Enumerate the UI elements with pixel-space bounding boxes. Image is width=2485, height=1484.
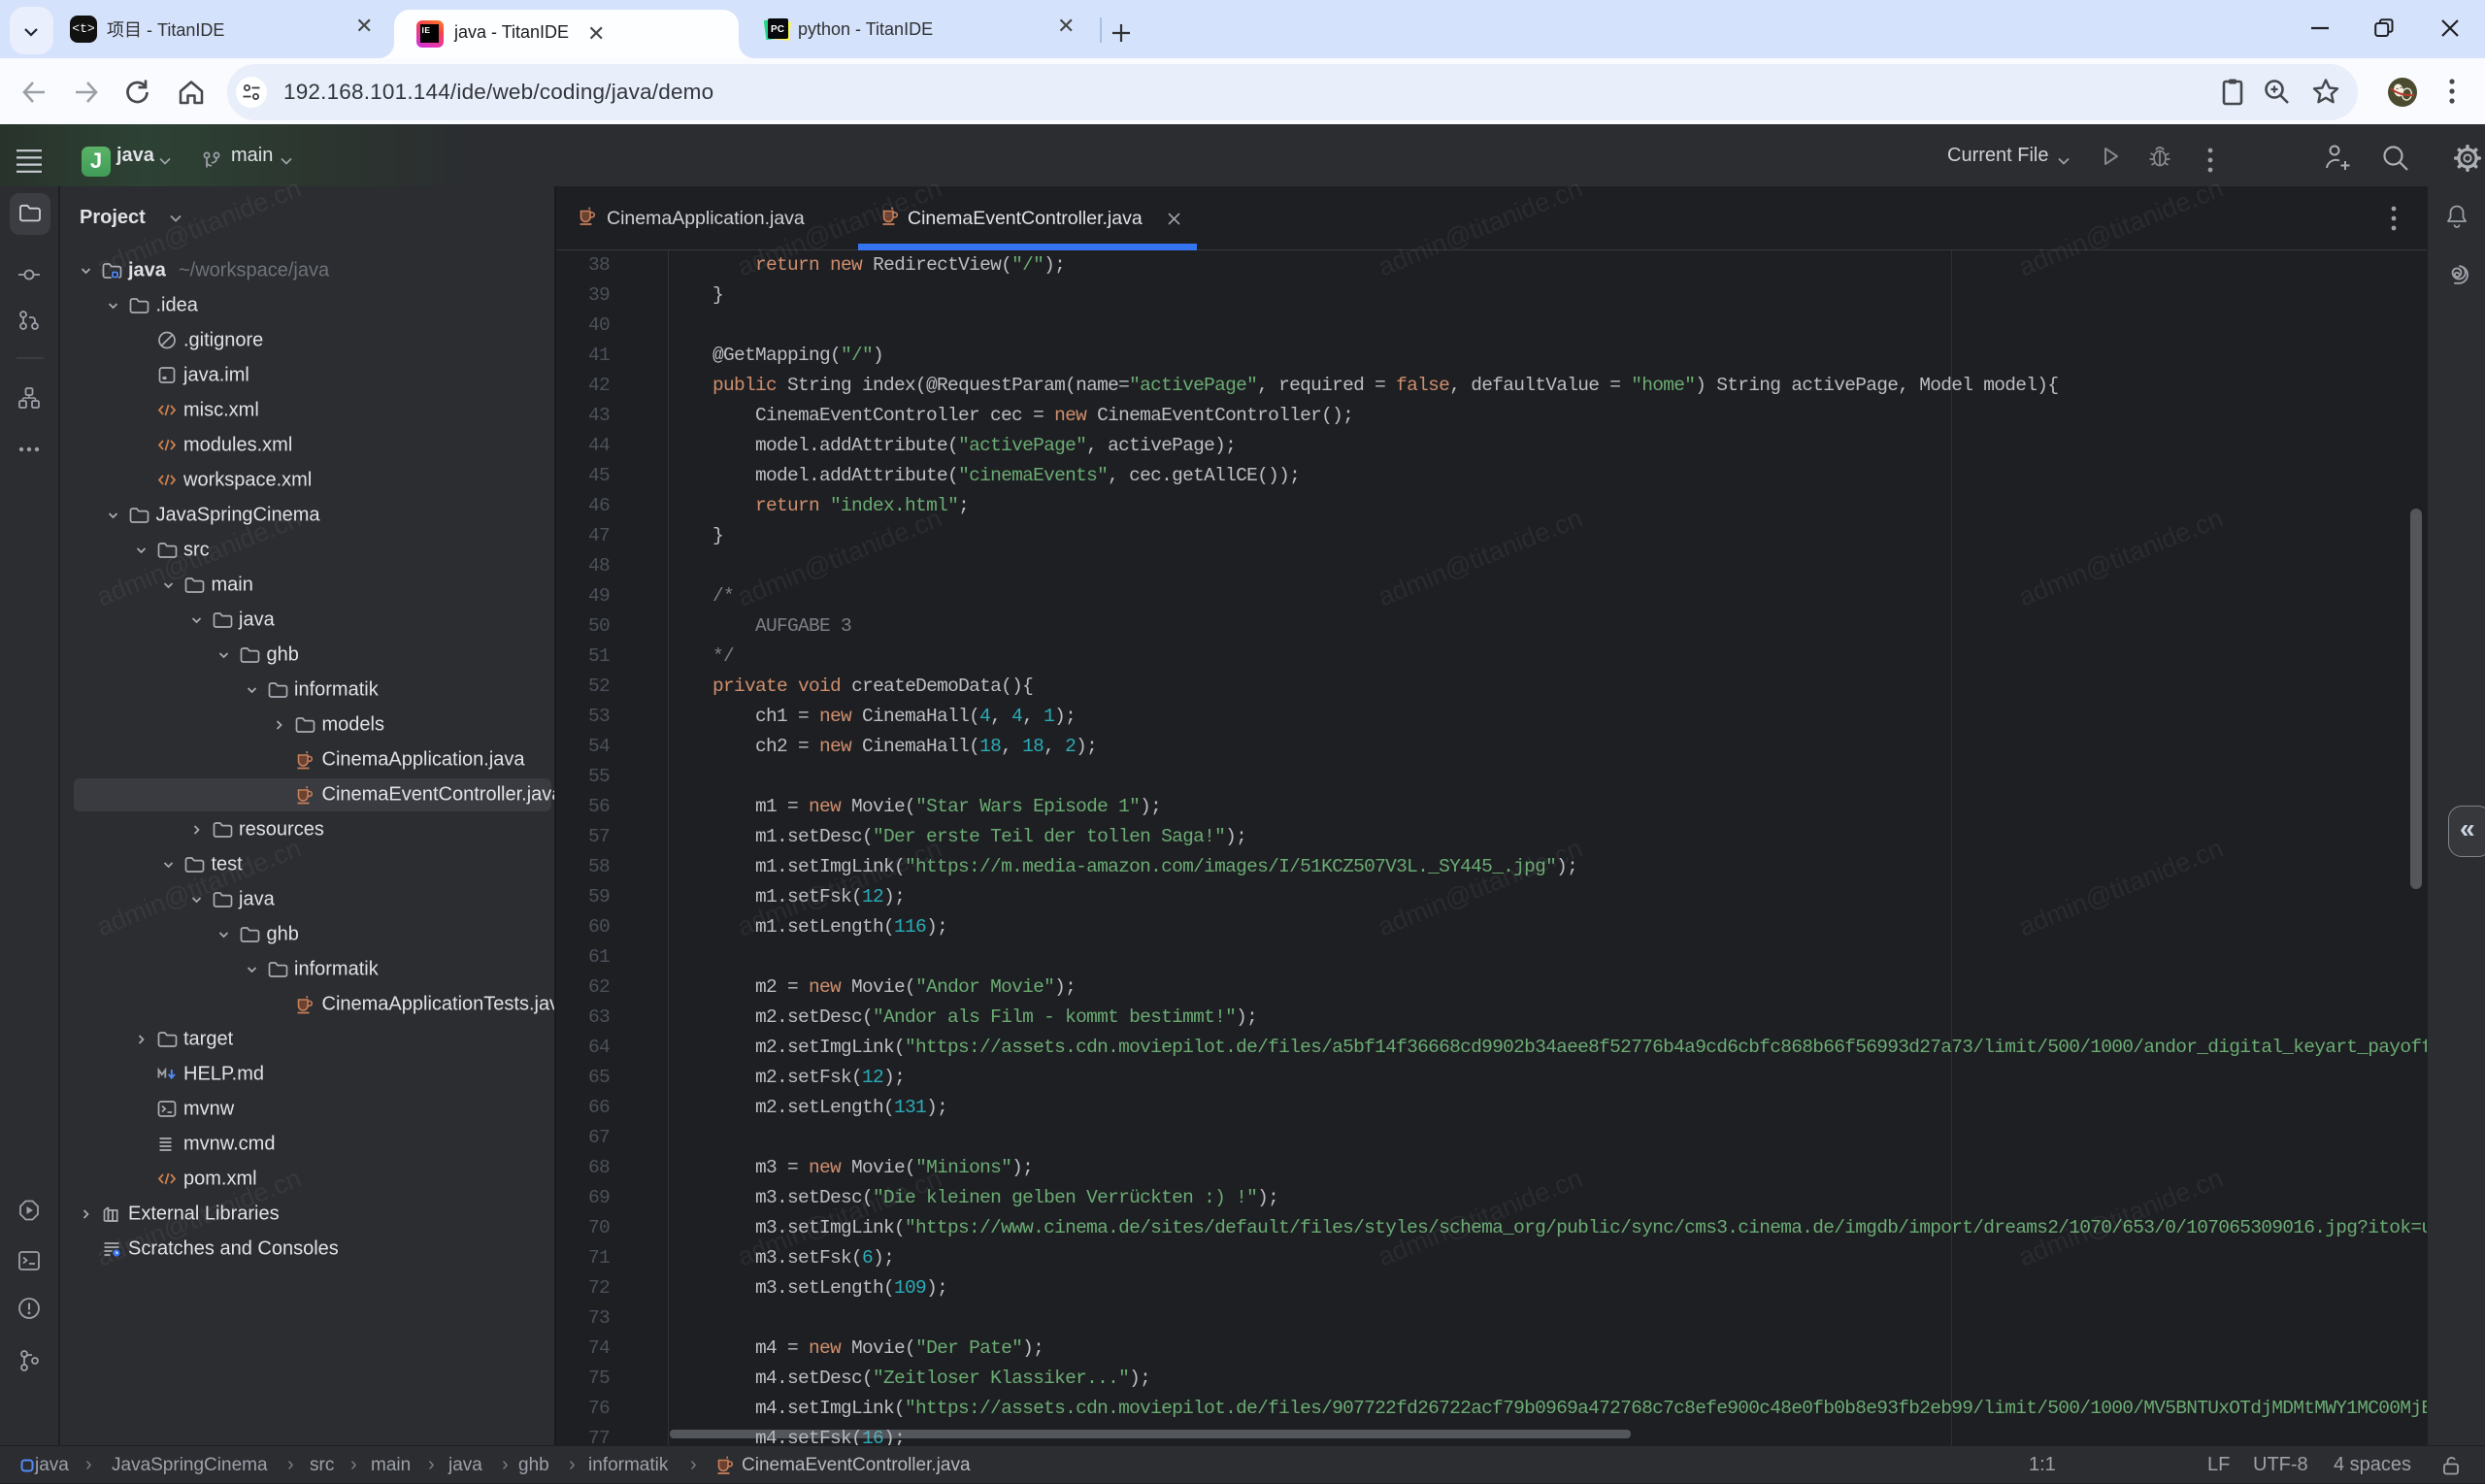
svg-text:PC: PC — [771, 24, 784, 35]
